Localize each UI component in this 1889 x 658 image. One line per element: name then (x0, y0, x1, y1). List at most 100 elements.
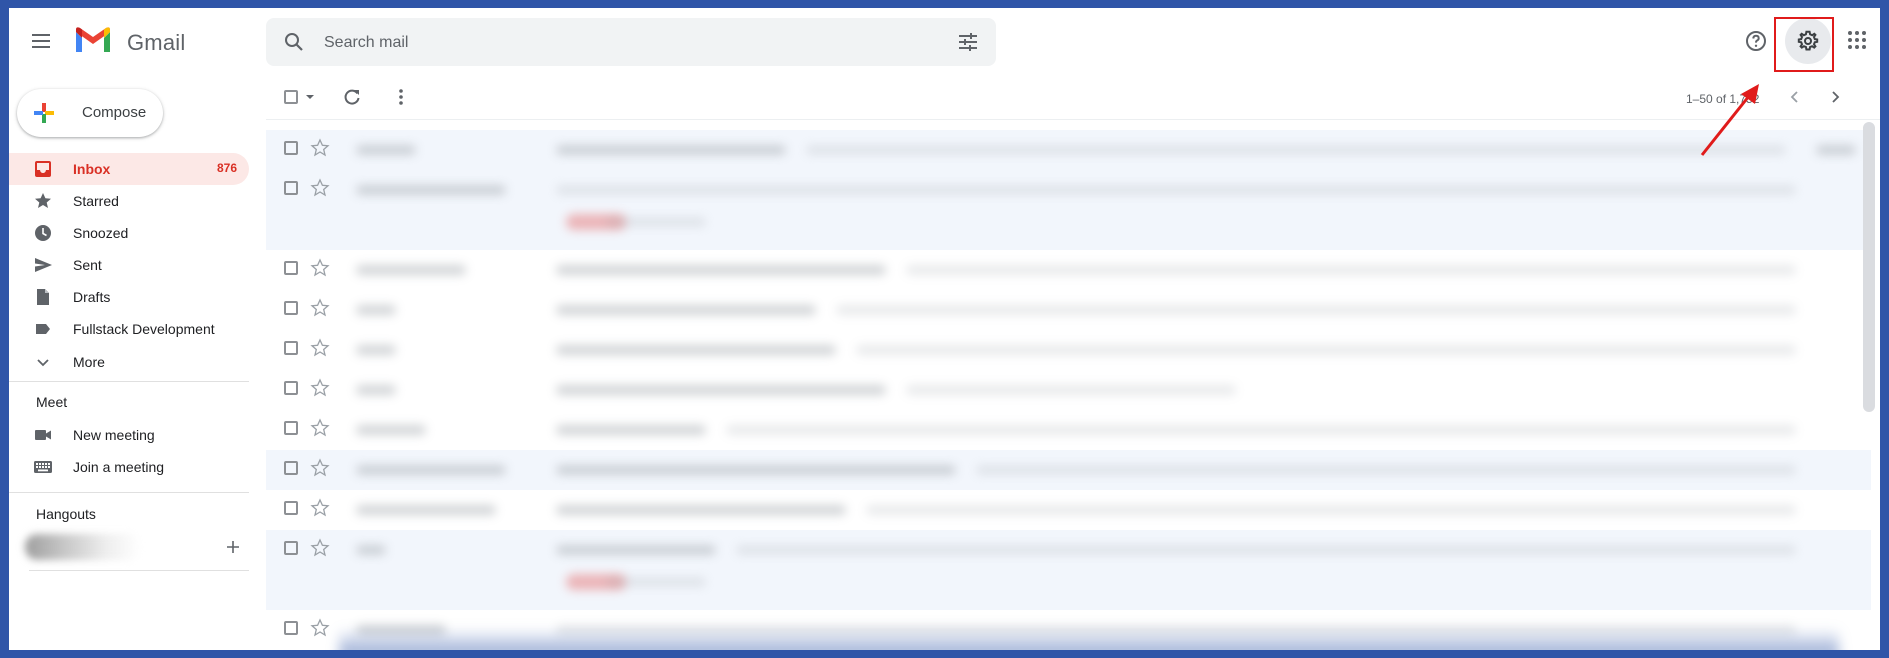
blurred-sender (356, 425, 426, 435)
blurred-snippet (726, 425, 1796, 435)
sidebar-item-snoozed[interactable]: Snoozed (9, 217, 249, 249)
blurred-sender (356, 545, 386, 555)
blurred-snippet (836, 305, 1796, 315)
star-toggle-icon[interactable] (310, 498, 330, 518)
main-menu-button[interactable] (29, 29, 53, 53)
refresh-icon[interactable] (342, 87, 362, 107)
sidebar-item-label: New meeting (73, 427, 155, 443)
blurred-subject (556, 545, 716, 555)
row-checkbox[interactable] (284, 261, 298, 275)
star-toggle-icon[interactable] (310, 378, 330, 398)
label-icon (36, 324, 50, 334)
keyboard-icon (34, 461, 52, 473)
gmail-window: Gmail Search mail Compose Inbox 876 Star… (9, 8, 1880, 650)
star-toggle-icon[interactable] (310, 538, 330, 558)
email-row[interactable] (266, 250, 1871, 290)
sidebar-item-fullstack-development[interactable]: Fullstack Development (9, 313, 249, 345)
sidebar-item-label: Starred (73, 193, 119, 209)
search-input[interactable] (322, 30, 886, 56)
list-scrollbar[interactable] (1863, 122, 1875, 412)
email-row[interactable] (266, 530, 1871, 610)
gmail-brand-text[interactable]: Gmail (127, 30, 185, 56)
blurred-sender (356, 265, 466, 275)
blurred-snippet (556, 185, 1796, 195)
blurred-snippet (906, 385, 1236, 395)
sidebar-item-sent[interactable]: Sent (9, 249, 249, 281)
row-checkbox[interactable] (284, 381, 298, 395)
star-toggle-icon[interactable] (310, 418, 330, 438)
email-row[interactable] (266, 130, 1871, 170)
blurred-attachment-name (606, 577, 706, 587)
older-page-icon[interactable] (1826, 88, 1844, 106)
sidebar-item-join-meeting[interactable]: Join a meeting (9, 451, 249, 483)
star-toggle-icon[interactable] (310, 618, 330, 638)
email-row[interactable] (266, 490, 1871, 530)
compose-label: Compose (82, 104, 147, 121)
sidebar-item-drafts[interactable]: Drafts (9, 281, 249, 313)
row-checkbox[interactable] (284, 341, 298, 355)
sidebar-divider (29, 570, 249, 571)
row-checkbox[interactable] (284, 141, 298, 155)
blurred-sender (356, 385, 396, 395)
search-bar[interactable] (266, 18, 996, 66)
star-toggle-icon[interactable] (310, 338, 330, 358)
blurred-sender (356, 345, 396, 355)
list-divider (266, 119, 1880, 120)
settings-highlight-box (1774, 17, 1834, 72)
hangouts-section-title: Hangouts (36, 506, 96, 522)
select-dropdown-icon[interactable] (305, 93, 315, 101)
clock-icon (35, 225, 51, 241)
blurred-snippet (806, 145, 1786, 155)
blurred-subject (556, 505, 846, 515)
row-checkbox[interactable] (284, 621, 298, 635)
row-checkbox[interactable] (284, 541, 298, 555)
sidebar-item-label: More (73, 354, 105, 370)
email-row[interactable] (266, 290, 1871, 330)
add-hangout-icon[interactable] (226, 540, 240, 554)
more-options-icon[interactable] (391, 87, 411, 107)
email-row[interactable] (266, 450, 1871, 490)
star-toggle-icon[interactable] (310, 258, 330, 278)
bottom-overlay (339, 628, 1839, 650)
unread-count-badge: 876 (216, 161, 237, 175)
sidebar-item-more[interactable]: More (9, 346, 249, 378)
star-toggle-icon[interactable] (310, 458, 330, 478)
sidebar-item-new-meeting[interactable]: New meeting (9, 419, 249, 451)
sidebar-item-inbox[interactable]: Inbox 876 (9, 153, 249, 185)
star-toggle-icon[interactable] (310, 298, 330, 318)
blurred-subject (556, 385, 886, 395)
sidebar-item-label: Inbox (73, 161, 111, 177)
inbox-icon (35, 161, 51, 177)
email-list (266, 130, 1871, 650)
send-icon (35, 258, 52, 272)
select-all-checkbox[interactable] (284, 90, 298, 104)
header: Gmail (9, 8, 1880, 74)
row-checkbox[interactable] (284, 421, 298, 435)
apps-grid-icon[interactable] (1847, 30, 1867, 50)
row-checkbox[interactable] (284, 461, 298, 475)
email-row[interactable] (266, 410, 1871, 450)
help-icon[interactable] (1744, 29, 1768, 53)
blurred-snippet (866, 505, 1796, 515)
row-checkbox[interactable] (284, 501, 298, 515)
star-toggle-icon[interactable] (310, 138, 330, 158)
blurred-sender (356, 185, 506, 195)
sidebar-item-starred[interactable]: Starred (9, 185, 249, 217)
sidebar-item-label: Snoozed (73, 225, 129, 241)
search-icon[interactable] (282, 30, 306, 54)
blurred-sender (356, 505, 496, 515)
newer-page-icon[interactable] (1786, 88, 1804, 106)
email-row[interactable] (266, 370, 1871, 410)
blurred-subject (556, 465, 956, 475)
star-icon (35, 193, 51, 208)
row-checkbox[interactable] (284, 301, 298, 315)
row-checkbox[interactable] (284, 181, 298, 195)
blurred-subject (556, 345, 836, 355)
sidebar-item-label: Sent (73, 257, 102, 273)
compose-button[interactable]: Compose (17, 89, 163, 137)
hangouts-user-avatar[interactable] (25, 534, 141, 560)
star-toggle-icon[interactable] (310, 178, 330, 198)
search-options-icon[interactable] (956, 30, 980, 54)
email-row[interactable] (266, 330, 1871, 370)
email-row[interactable] (266, 170, 1871, 250)
